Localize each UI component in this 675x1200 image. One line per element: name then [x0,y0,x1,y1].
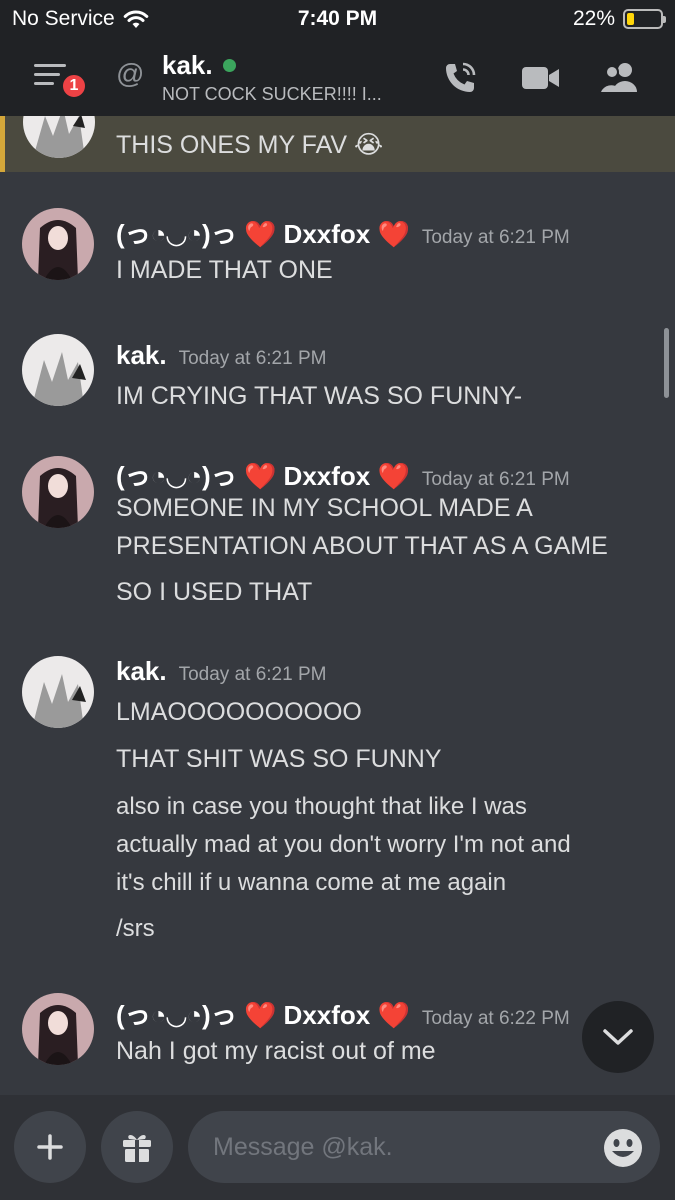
message-text: THIS ONES MY FAV 😭 [116,131,384,159]
avatar[interactable] [22,208,94,280]
notification-badge: 1 [60,72,88,100]
message-composer [0,1095,675,1200]
timestamp: Today at 6:21 PM [421,227,570,248]
status-bar: No Service 7:40 PM 22% [0,0,675,38]
timestamp: Today at 6:21 PM [178,664,327,685]
message-text: LMAOOOOOOOOOO [116,698,362,726]
at-icon: @ [116,58,145,89]
gift-button[interactable] [101,1111,173,1183]
message-text: it's chill if u wanna come at me again [116,869,507,896]
avatar[interactable] [23,116,95,158]
video-icon [522,67,559,89]
message-text: Nah I got my racist out of me [116,1037,436,1065]
avatar[interactable] [22,456,94,528]
call-button[interactable] [440,58,480,98]
battery-icon [623,9,666,29]
message-text: actually mad at you don't worry I'm not … [116,831,571,858]
smiley-icon [604,1129,642,1167]
message-input[interactable] [188,1111,660,1183]
call-icon [446,62,476,92]
message-list[interactable]: THIS ONES MY FAV 😭 (っ◔◡◔)っ ❤️ Dxxfox ❤️ … [0,116,675,1095]
message-text: THAT SHIT WAS SO FUNNY [116,745,442,773]
gift-icon [123,1135,151,1162]
message-text: I MADE THAT ONE [116,256,333,284]
highlighted-message[interactable]: THIS ONES MY FAV 😭 [0,116,675,172]
jump-to-latest-button[interactable] [582,1001,654,1073]
avatar[interactable] [22,656,94,728]
author-name[interactable]: kak. [116,340,167,371]
emoji-button[interactable] [602,1127,644,1169]
members-button[interactable] [599,58,639,98]
channel-name: kak. [162,50,213,80]
online-status-dot [222,59,236,72]
channel-title[interactable]: kak. [162,50,236,81]
timestamp: Today at 6:21 PM [421,469,570,490]
message-text: SOMEONE IN MY SCHOOL MADE A [116,494,533,522]
chevron-down-icon [603,1029,633,1045]
scrollbar[interactable] [664,328,669,398]
message-text: PRESENTATION ABOUT THAT AS A GAME [116,532,608,560]
message-text: SO I USED THAT [116,578,313,606]
author-name[interactable]: (っ◔◡◔)っ ❤️ Dxxfox ❤️ [116,995,410,1032]
channel-header: 1 @ kak. NOT COCK SUCKER!!!! I... [0,38,675,116]
author-name[interactable]: (っ◔◡◔)っ ❤️ Dxxfox ❤️ [116,214,410,251]
message-text: IM CRYING THAT WAS SO FUNNY- [116,382,523,410]
menu-button[interactable]: 1 [30,58,90,102]
video-call-button[interactable] [521,58,561,98]
timestamp: Today at 6:22 PM [421,1008,570,1029]
message-text: /srs [116,915,155,942]
plus-icon [37,1134,63,1160]
author-name[interactable]: (っ◔◡◔)っ ❤️ Dxxfox ❤️ [116,456,410,493]
avatar[interactable] [22,993,94,1065]
timestamp: Today at 6:21 PM [178,348,327,369]
message-text: also in case you thought that like I was [116,793,527,820]
author-name[interactable]: kak. [116,656,167,687]
attach-button[interactable] [14,1111,86,1183]
members-icon [601,63,637,92]
battery-percent: 22% [572,7,615,30]
battery-level [627,13,635,25]
custom-status: NOT COCK SUCKER!!!! I... [162,84,382,104]
avatar[interactable] [22,334,94,406]
